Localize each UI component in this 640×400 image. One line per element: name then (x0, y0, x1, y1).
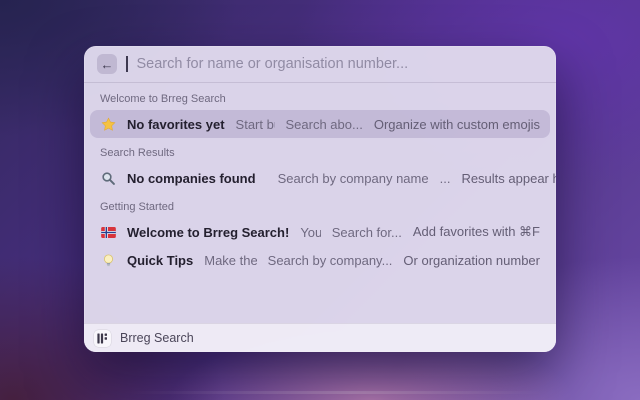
item-subtitle: Start building your collection of compan… (235, 116, 275, 132)
item-accessory: ... (439, 170, 451, 186)
list-item[interactable]: Quick Tips Make the most of your search e… (90, 246, 550, 274)
list-item[interactable]: No favorites yet Start building your coll… (90, 110, 550, 138)
wallpaper-highlight-band (0, 391, 640, 394)
item-title: Quick Tips (127, 252, 194, 268)
list-section: Search Results No companies foundTry adju… (90, 138, 556, 192)
item-right-accessory: Results appear here (461, 170, 556, 186)
magnifier-icon (100, 171, 116, 186)
section-title: Search Results (100, 147, 175, 159)
brreg-app-icon (94, 329, 111, 347)
item-title: No favorites yet (127, 116, 225, 132)
item-accessory: Search by company... (267, 252, 393, 268)
results-list: Welcome to Brreg Search No favorites yet S… (84, 83, 556, 323)
item-accessory: Search abo... (285, 116, 363, 132)
search-input[interactable] (136, 56, 543, 72)
search-bar: ← (84, 46, 556, 83)
list-item[interactable]: Welcome to Brreg Search! Your gateway to … (90, 218, 550, 246)
item-accessory: Search for... (331, 224, 402, 240)
list-item[interactable]: No companies foundTry adjusting your sea… (90, 164, 556, 192)
list-section: Welcome to Brreg Search No favorites yet S… (90, 84, 550, 138)
norway-flag-icon (100, 226, 116, 238)
back-arrow-icon: ← (100, 56, 114, 72)
list-section: Getting Started Welcome to Brreg Search! Y… (90, 192, 550, 274)
footer-bar: Brreg Search (84, 323, 556, 352)
section-title: Welcome to Brreg Search (100, 93, 226, 105)
item-title: No companies found (127, 170, 256, 186)
back-button[interactable]: ← (97, 54, 117, 74)
launcher-window: ← Welcome to Brreg Search No favorites ye… (84, 46, 556, 352)
item-right-accessory: Add favorites with ⌘F (412, 224, 540, 239)
item-subtitle: Make the most of your search experience (204, 252, 257, 268)
section-title: Getting Started (100, 201, 174, 213)
star-icon (100, 116, 116, 132)
item-title: Welcome to Brreg Search! (127, 224, 290, 240)
item-right-accessory: Or organization number (403, 252, 540, 268)
item-accessory: Search by company name (277, 170, 429, 186)
app-name-label: Brreg Search (120, 331, 194, 345)
lightbulb-icon (100, 253, 116, 268)
item-subtitle: Your gateway to Norwegian busines... (300, 224, 321, 240)
item-right-accessory: Organize with custom emojis (373, 116, 540, 132)
text-caret (126, 56, 128, 72)
